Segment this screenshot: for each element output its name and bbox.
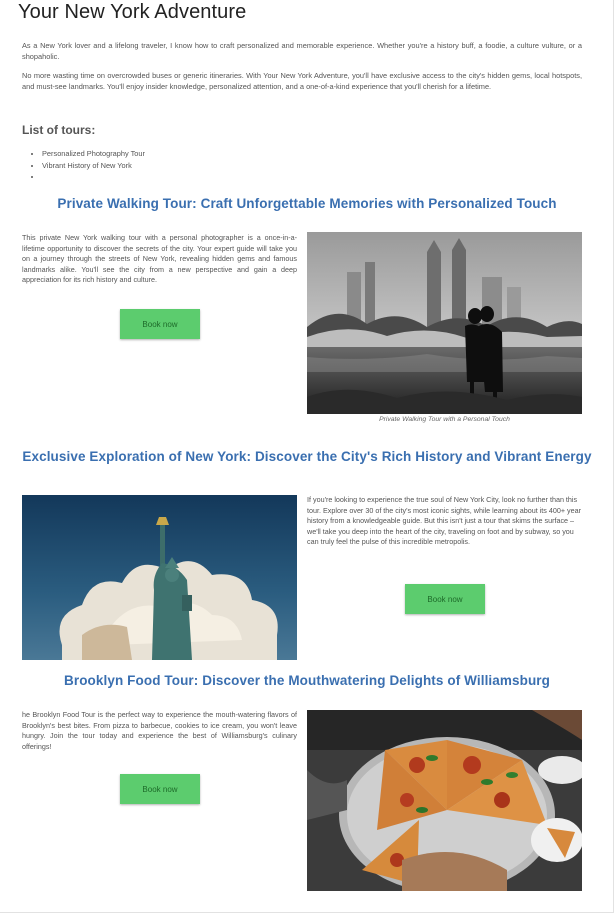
section-text-exploration-tour: If you're looking to experience the true… — [307, 495, 582, 547]
section-text-food-tour: he Brooklyn Food Tour is the perfect way… — [22, 710, 297, 751]
section-title-exploration-tour: Exclusive Exploration of New York: Disco… — [22, 449, 592, 464]
section-title-walking-tour: Private Walking Tour: Craft Unforgettabl… — [57, 196, 557, 211]
photo-statue-of-liberty — [22, 495, 297, 660]
book-now-button-food-tour[interactable]: Book now — [120, 774, 200, 804]
photo-brooklyn-pizza — [307, 710, 582, 891]
photo-central-park-couple — [307, 232, 582, 414]
intro-paragraph-2: No more wasting time on overcrowded buse… — [22, 71, 582, 91]
section-title-food-tour: Brooklyn Food Tour: Discover the Mouthwa… — [64, 673, 550, 688]
intro-paragraph-1: As a New York lover and a lifelong trave… — [22, 41, 582, 61]
section-text-walking-tour: This private New York walking tour with … — [22, 233, 297, 285]
tour-list-item: ​ — [42, 171, 145, 183]
tour-list-item: Personalized Photography Tour — [42, 148, 145, 160]
page-title: Your New York Adventure — [18, 1, 247, 23]
photo-caption-walking-tour: Private Walking Tour with a Personal Tou… — [379, 416, 510, 423]
book-now-button-exploration-tour[interactable]: Book now — [405, 584, 485, 614]
tour-list: Personalized Photography Tour Vibrant Hi… — [42, 148, 145, 183]
tour-list-item: Vibrant History of New York — [42, 160, 145, 172]
tours-heading: List of tours: — [22, 123, 96, 137]
book-now-button-walking-tour[interactable]: Book now — [120, 309, 200, 339]
